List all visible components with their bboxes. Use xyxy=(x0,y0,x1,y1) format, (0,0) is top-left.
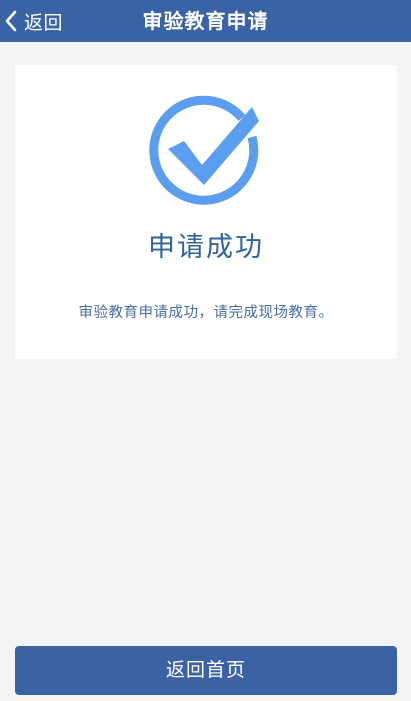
top-nav-bar: 返回 审验教育申请 xyxy=(0,0,411,42)
result-message: 审验教育申请成功，请完成现场教育。 xyxy=(78,305,334,321)
return-home-button[interactable]: 返回首页 xyxy=(15,646,397,695)
chevron-left-icon xyxy=(4,10,18,32)
result-card: 申请成功 审验教育申请成功，请完成现场教育。 xyxy=(15,65,397,359)
back-button[interactable]: 返回 xyxy=(4,0,63,42)
check-circle-icon xyxy=(148,93,268,213)
result-title: 申请成功 xyxy=(148,232,264,263)
back-button-label: 返回 xyxy=(24,11,64,34)
